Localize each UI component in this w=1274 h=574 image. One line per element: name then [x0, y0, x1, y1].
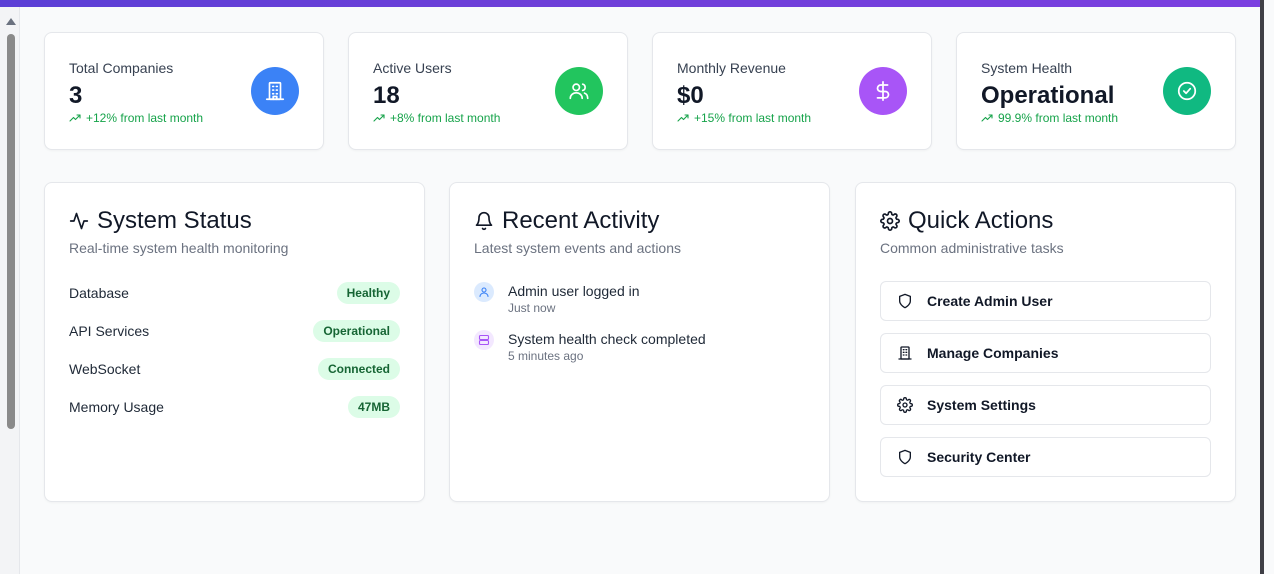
- activity-title: Admin user logged in: [508, 283, 640, 299]
- status-badge: Connected: [317, 358, 400, 380]
- scroll-up-arrow-icon[interactable]: [6, 18, 16, 25]
- shield-icon: [899, 293, 911, 309]
- panel-title: System Status: [69, 207, 252, 235]
- users-icon: [555, 67, 603, 115]
- trending-up-icon: [69, 114, 81, 122]
- status-badge: Healthy: [336, 282, 400, 304]
- stat-value: $0: [677, 82, 704, 109]
- stat-label: Active Users: [373, 60, 452, 76]
- activity-icon: [69, 212, 89, 230]
- quick-actions-panel: Quick Actions Common administrative task…: [855, 182, 1236, 502]
- panel-title-text: Quick Actions: [908, 207, 1054, 234]
- building-icon: [251, 67, 299, 115]
- status-row-api-services: API Services Operational: [69, 320, 400, 342]
- button-label: Manage Companies: [927, 345, 1059, 361]
- check-circle-icon: [1163, 67, 1211, 115]
- manage-companies-button[interactable]: Manage Companies: [880, 333, 1211, 373]
- panel-subtitle: Common administrative tasks: [880, 240, 1064, 256]
- stat-trend-text: 99.9% from last month: [998, 111, 1119, 125]
- status-label: Database: [69, 285, 129, 301]
- stat-value: Operational: [981, 82, 1115, 109]
- window-edge-divider: [1260, 0, 1264, 574]
- create-admin-user-button[interactable]: Create Admin User: [880, 281, 1211, 321]
- activity-item: Admin user logged in Just now: [474, 282, 805, 315]
- status-row-memory-usage: Memory Usage 47MB: [69, 396, 400, 418]
- stat-card-total-companies: Total Companies 3 +12% from last month: [44, 32, 324, 150]
- shield-icon: [899, 449, 911, 465]
- activity-time: Just now: [508, 301, 556, 315]
- recent-activity-panel: Recent Activity Latest system events and…: [449, 182, 830, 502]
- button-label: Security Center: [927, 449, 1031, 465]
- activity-item: System health check completed 5 minutes …: [474, 330, 805, 363]
- trending-up-icon: [677, 114, 689, 122]
- stat-value: 3: [69, 82, 83, 109]
- panel-title: Recent Activity: [474, 207, 659, 235]
- panel-title: Quick Actions: [880, 207, 1053, 235]
- panel-title-text: Recent Activity: [502, 207, 660, 234]
- system-settings-button[interactable]: System Settings: [880, 385, 1211, 425]
- stat-label: System Health: [981, 60, 1073, 76]
- bell-icon: [475, 211, 493, 231]
- server-icon: [474, 330, 494, 350]
- user-icon: [474, 282, 494, 302]
- stat-trend-text: +12% from last month: [86, 111, 204, 125]
- stat-trend: +12% from last month: [69, 111, 203, 125]
- security-center-button[interactable]: Security Center: [880, 437, 1211, 477]
- activity-time: 5 minutes ago: [508, 349, 584, 363]
- trending-up-icon: [981, 114, 993, 122]
- dollar-icon: [859, 67, 907, 115]
- stat-trend-text: +8% from last month: [390, 111, 501, 125]
- stat-trend: +15% from last month: [677, 111, 811, 125]
- stat-trend: 99.9% from last month: [981, 111, 1118, 125]
- status-row-database: Database Healthy: [69, 282, 400, 304]
- gear-icon: [880, 211, 900, 231]
- trending-up-icon: [373, 114, 385, 122]
- stat-label: Monthly Revenue: [677, 60, 786, 76]
- stat-card-monthly-revenue: Monthly Revenue $0 +15% from last month: [652, 32, 932, 150]
- button-label: Create Admin User: [927, 293, 1053, 309]
- stat-label: Total Companies: [69, 60, 174, 76]
- building-icon: [898, 346, 912, 360]
- system-status-panel: System Status Real-time system health mo…: [44, 182, 425, 502]
- top-accent-bar: [0, 0, 1260, 7]
- status-label: Memory Usage: [69, 399, 164, 415]
- stat-card-system-health: System Health Operational 99.9% from las…: [956, 32, 1236, 150]
- gear-icon: [897, 397, 913, 413]
- status-badge: 47MB: [347, 396, 400, 418]
- button-label: System Settings: [927, 397, 1036, 413]
- status-row-websocket: WebSocket Connected: [69, 358, 400, 380]
- status-label: API Services: [69, 323, 150, 339]
- panel-title-text: System Status: [97, 207, 252, 234]
- scrollbar-thumb[interactable]: [7, 34, 15, 429]
- stat-trend-text: +15% from last month: [694, 111, 812, 125]
- status-label: WebSocket: [69, 361, 141, 377]
- stat-trend: +8% from last month: [373, 111, 500, 125]
- activity-title: System health check completed: [508, 331, 706, 347]
- stat-value: 18: [373, 82, 400, 109]
- stat-card-active-users: Active Users 18 +8% from last month: [348, 32, 628, 150]
- left-scroll-rail[interactable]: [0, 7, 20, 574]
- status-badge: Operational: [313, 320, 400, 342]
- panel-subtitle: Latest system events and actions: [474, 240, 681, 256]
- panel-subtitle: Real-time system health monitoring: [69, 240, 289, 256]
